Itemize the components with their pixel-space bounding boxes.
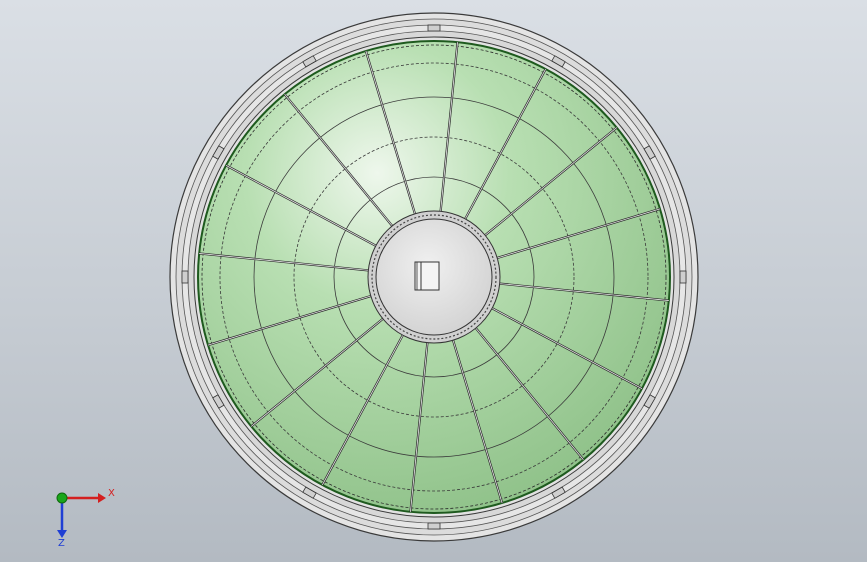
rim-bracket	[427, 24, 441, 32]
x-axis-label: X	[108, 488, 115, 499]
rim-bracket	[427, 522, 441, 530]
hatch-rectangle-icon[interactable]	[414, 261, 440, 291]
y-axis-dot-icon	[56, 492, 68, 504]
center-hub[interactable]	[367, 210, 501, 344]
dome-model[interactable]	[0, 0, 867, 562]
coordinate-triad: X Z	[56, 488, 115, 548]
z-axis-label: Z	[58, 538, 65, 548]
rim-bracket	[679, 270, 687, 284]
z-axis-arrowhead-icon	[57, 530, 67, 538]
graphics-viewport[interactable]: X Z	[0, 0, 867, 562]
rim-bracket	[181, 270, 189, 284]
x-axis-arrowhead-icon	[98, 493, 106, 503]
